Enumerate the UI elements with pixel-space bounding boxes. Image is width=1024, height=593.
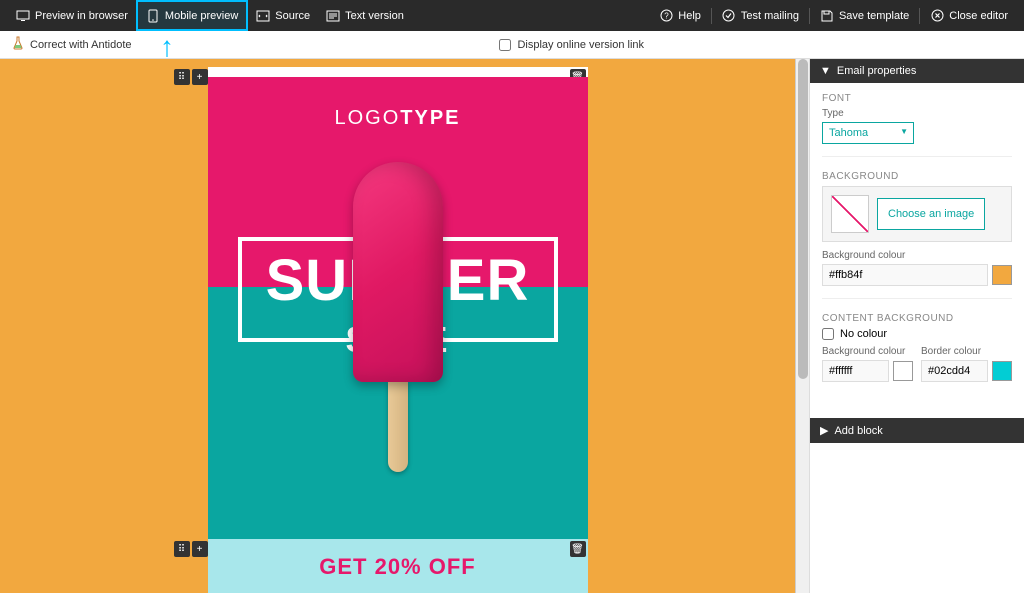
font-select[interactable]: Tahoma [822,122,914,144]
popsicle-graphic [353,162,443,472]
add-icon[interactable]: + [192,69,208,85]
close-editor-button[interactable]: Close editor [922,0,1016,31]
display-online-label: Display online version link [517,39,644,51]
separator [711,8,712,24]
mobile-preview-label: Mobile preview [165,10,238,22]
no-image-swatch[interactable] [831,195,869,233]
display-online-checkbox[interactable] [499,39,511,51]
add-icon[interactable]: + [192,541,208,557]
no-colour-checkbox[interactable] [822,328,834,340]
content-bg-swatch[interactable] [893,361,913,381]
logotype-pre: LOGO [334,107,400,129]
type-label: Type [822,108,1012,119]
drag-handle-icon[interactable]: ⠿ [174,69,190,85]
text-version-label: Text version [345,10,404,22]
help-label: Help [678,10,701,22]
promo-text: GET 20% OFF [319,554,475,580]
background-heading: BACKGROUND [822,171,1012,182]
logotype-bold: TYPE [400,107,460,129]
block-controls: ⠿ + [174,69,208,85]
content-bg-label: Background colour [822,346,913,357]
email-properties-panel-header[interactable]: ▼ Email properties [810,59,1024,83]
popsicle-body [353,162,443,382]
canvas-area: ⠿ + 🗑 ⠿ + 🗑 LOGOTYPE [0,59,795,593]
content-bg-heading: CONTENT BACKGROUND [822,313,1012,324]
svg-text:?: ? [664,12,669,21]
email-properties-panel-body: FONT Type Tahoma BACKGROUND Choose an im… [810,83,1024,418]
separator [809,8,810,24]
content-bg-section: CONTENT BACKGROUND No colour Background … [822,313,1012,394]
source-icon [256,10,270,22]
no-colour-label: No colour [840,328,887,340]
email-properties-label: Email properties [837,65,916,77]
main: ⠿ + 🗑 ⠿ + 🗑 LOGOTYPE [0,59,1024,593]
close-icon [930,10,944,22]
delete-icon[interactable]: 🗑 [570,541,586,557]
scroll-thumb[interactable] [798,59,808,379]
content-bg-group: Background colour [822,346,913,382]
background-section: BACKGROUND Choose an image Background co… [822,171,1012,299]
email-canvas: ⠿ + 🗑 ⠿ + 🗑 LOGOTYPE [208,67,588,593]
block-hero[interactable]: ⠿ + 🗑 LOGOTYPE SUMMER SALE [208,77,588,539]
topbar-left: Preview in browser Mobile preview Source… [8,0,412,31]
block-promo[interactable]: ⠿ + 🗑 GET 20% OFF [208,539,588,593]
popsicle-stick [388,382,408,472]
flask-icon [12,36,24,53]
bg-colour-swatch[interactable] [992,265,1012,285]
bg-colour-label: Background colour [822,250,1012,261]
check-icon [722,10,736,22]
font-section: FONT Type Tahoma [822,93,1012,157]
preview-browser-button[interactable]: Preview in browser [8,0,136,31]
help-button[interactable]: ? Help [651,0,709,31]
sidebar: ▼ Email properties FONT Type Tahoma BACK… [809,59,1024,593]
save-icon [820,10,834,22]
antidote-button[interactable]: Correct with Antidote [12,36,132,53]
close-editor-label: Close editor [949,10,1008,22]
text-version-button[interactable]: Text version [318,0,412,31]
border-colour-swatch[interactable] [992,361,1012,381]
source-label: Source [275,10,310,22]
test-mailing-button[interactable]: Test mailing [714,0,807,31]
border-colour-input[interactable] [921,360,988,382]
callout-arrow-icon: ↑ [160,31,174,63]
display-online-toggle[interactable]: Display online version link [499,39,644,51]
add-block-panel-header[interactable]: ▶ Add block [810,418,1024,443]
chevron-down-icon: ▼ [820,65,831,77]
subbar: Correct with Antidote Display online ver… [0,31,1024,59]
test-mailing-label: Test mailing [741,10,799,22]
choose-image-button[interactable]: Choose an image [877,198,985,230]
help-icon: ? [659,10,673,22]
separator [919,8,920,24]
text-icon [326,10,340,22]
monitor-icon [16,10,30,22]
block-spacer[interactable]: ⠿ + 🗑 [208,67,588,77]
logotype: LOGOTYPE [208,77,588,130]
add-block-label: Add block [834,425,882,437]
mobile-icon [146,10,160,22]
content-bg-input[interactable] [822,360,889,382]
drag-handle-icon[interactable]: ⠿ [174,541,190,557]
bg-colour-row [822,264,1012,286]
block-controls: ⠿ + [174,541,208,557]
mobile-preview-button[interactable]: Mobile preview [136,0,248,31]
antidote-label: Correct with Antidote [30,39,132,51]
border-colour-label: Border colour [921,346,1012,357]
bg-image-picker: Choose an image [822,186,1012,242]
source-button[interactable]: Source [248,0,318,31]
preview-browser-label: Preview in browser [35,10,128,22]
font-select-wrap: Tahoma [822,122,914,144]
save-template-button[interactable]: Save template [812,0,917,31]
topbar: Preview in browser Mobile preview Source… [0,0,1024,31]
content-colour-row: Background colour Border colour [822,346,1012,382]
bg-colour-input[interactable] [822,264,988,286]
topbar-right: ? Help Test mailing Save template Close … [651,0,1016,31]
font-heading: FONT [822,93,1012,104]
border-colour-group: Border colour [921,346,1012,382]
chevron-right-icon: ▶ [820,424,828,437]
save-template-label: Save template [839,10,909,22]
no-colour-toggle[interactable]: No colour [822,328,1012,340]
canvas-scrollbar[interactable] [795,59,809,593]
